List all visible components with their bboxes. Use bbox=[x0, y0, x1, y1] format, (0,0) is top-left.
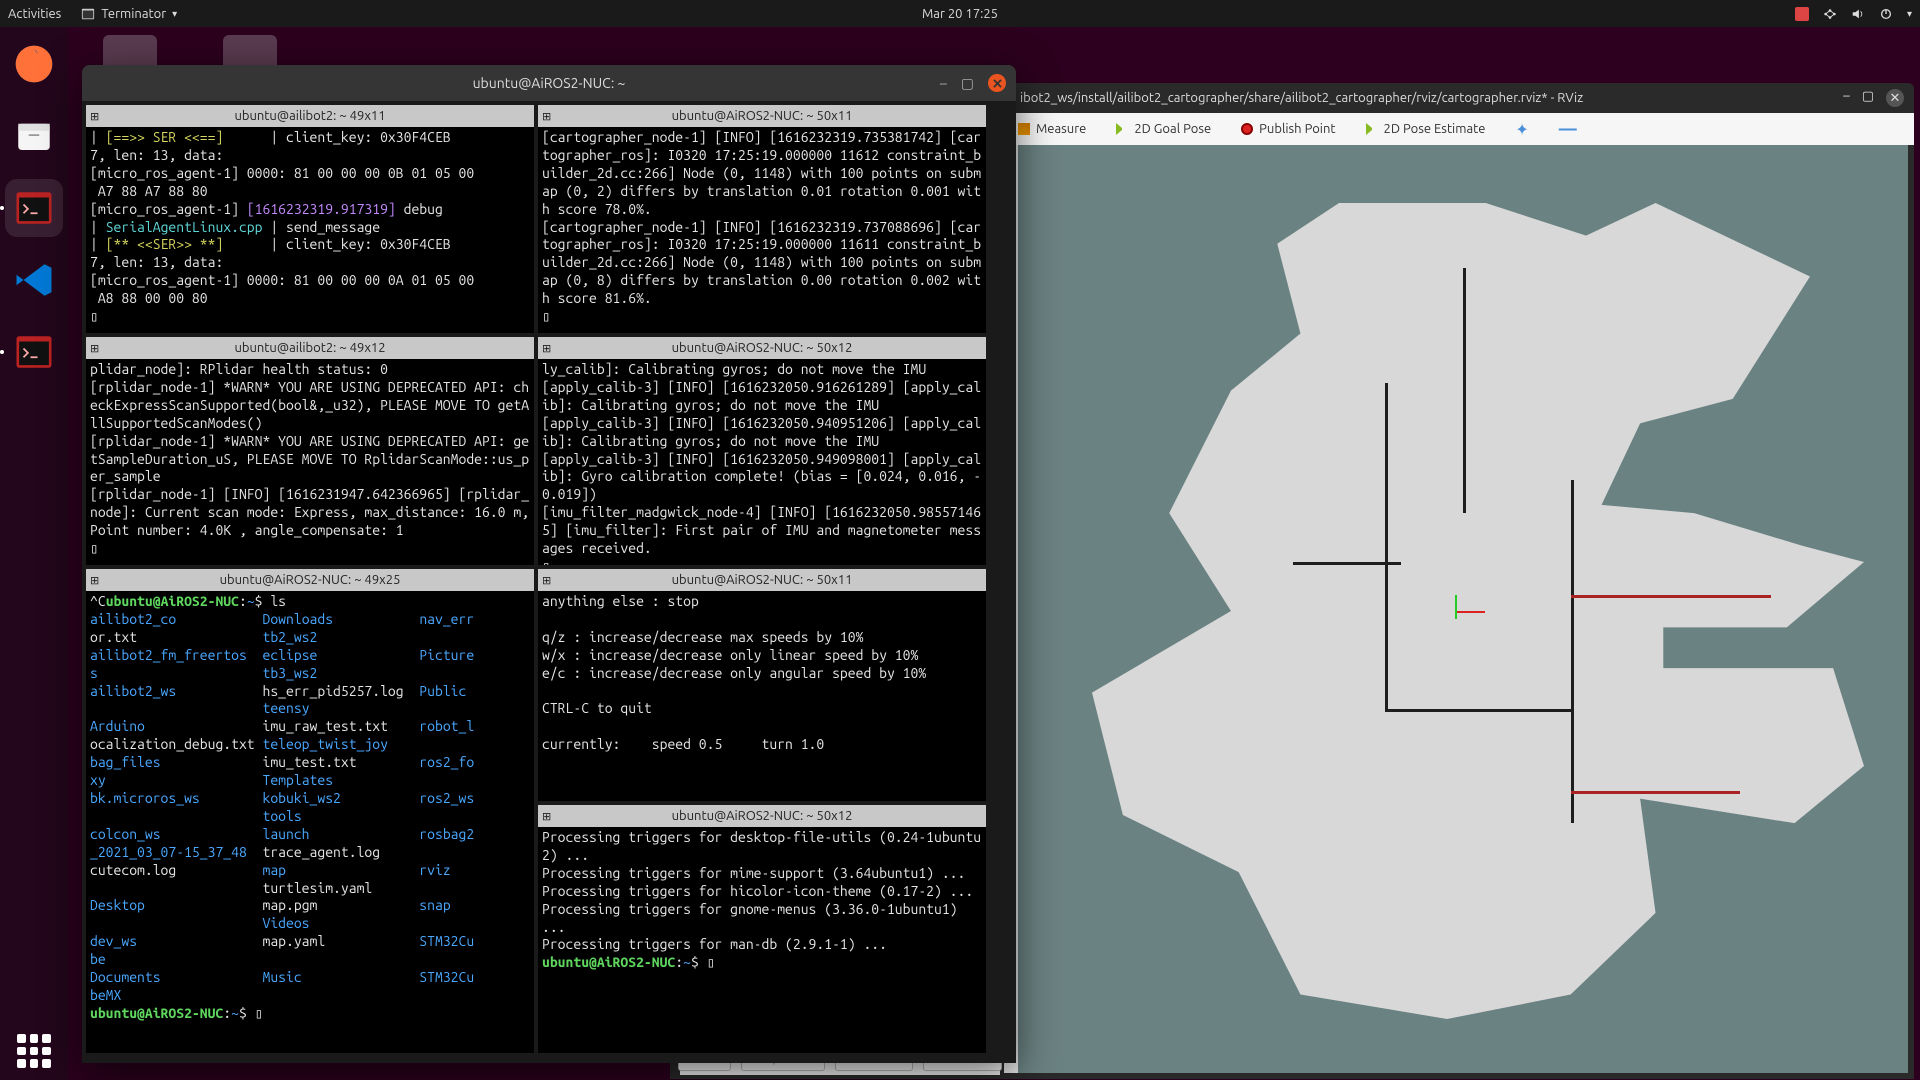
minimize-icon[interactable]: – bbox=[1843, 89, 1849, 107]
pane-apt[interactable]: ⊞ubuntu@AiROS2-NUC: ~ 50x12 Processing t… bbox=[538, 805, 986, 1053]
arrow-icon bbox=[1116, 123, 1128, 135]
volume-icon[interactable] bbox=[1851, 7, 1865, 21]
show-applications[interactable] bbox=[17, 1034, 51, 1068]
pane-micro-ros[interactable]: ⊞ubuntu@ailibot2: ~ 49x11 | [==>> SER <<… bbox=[86, 105, 534, 333]
ruler-icon bbox=[1018, 123, 1030, 135]
publish-point-tool[interactable]: Publish Point bbox=[1241, 122, 1335, 136]
pane-ls[interactable]: ⊞ubuntu@AiROS2-NUC: ~ 49x25 ^Cubuntu@AiR… bbox=[86, 569, 534, 1053]
rviz-3d-view[interactable] bbox=[1018, 145, 1908, 1073]
goal-pose-tool[interactable]: 2D Goal Pose bbox=[1116, 122, 1211, 136]
launcher-dock bbox=[0, 27, 68, 1080]
close-icon[interactable] bbox=[988, 74, 1006, 92]
pin-icon bbox=[1241, 123, 1253, 135]
terminator-titlebar[interactable]: ubuntu@AiROS2-NUC: ~ – ▢ bbox=[82, 65, 1016, 101]
vscode-launcher[interactable] bbox=[5, 251, 63, 309]
power-icon[interactable] bbox=[1879, 7, 1893, 21]
pane-title: ubuntu@ailibot2: ~ 49x11 bbox=[234, 109, 385, 123]
pane-title: ubuntu@ailibot2: ~ 49x12 bbox=[234, 341, 385, 355]
notification-icon[interactable] bbox=[1795, 7, 1809, 21]
pane-title: ubuntu@AiROS2-NUC: ~ 50x12 bbox=[672, 809, 853, 823]
rviz-title-text: ibot2_ws/install/ailibot2_cartographer/s… bbox=[1020, 91, 1583, 105]
remove-tool-icon[interactable]: — bbox=[1559, 119, 1577, 139]
clock[interactable]: Mar 20 17:25 bbox=[922, 7, 998, 21]
add-tool-icon[interactable]: ✦ bbox=[1515, 120, 1528, 139]
pane-imu-calib[interactable]: ⊞ubuntu@AiROS2-NUC: ~ 50x12 ly_calib]: C… bbox=[538, 337, 986, 565]
network-icon[interactable] bbox=[1823, 7, 1837, 21]
pane-title: ubuntu@AiROS2-NUC: ~ 49x25 bbox=[220, 573, 401, 587]
gnome-top-bar: Activities Terminator ▾ Mar 20 17:25 ▾ bbox=[0, 0, 1920, 27]
terminal-panes: ⊞ubuntu@ailibot2: ~ 49x11 | [==>> SER <<… bbox=[82, 101, 1016, 1063]
arrow-icon bbox=[1366, 123, 1378, 135]
pose-estimate-tool[interactable]: 2D Pose Estimate bbox=[1366, 122, 1486, 136]
maximize-icon[interactable]: ▢ bbox=[1862, 89, 1874, 107]
terminator-launcher[interactable] bbox=[5, 179, 63, 237]
measure-tool[interactable]: Measure bbox=[1018, 122, 1086, 136]
pane-title: ubuntu@AiROS2-NUC: ~ 50x12 bbox=[672, 341, 853, 355]
app-menu[interactable]: Terminator ▾ bbox=[81, 7, 177, 21]
terminal-icon bbox=[81, 7, 95, 21]
minimize-icon[interactable]: – bbox=[940, 75, 947, 91]
files-launcher[interactable] bbox=[5, 107, 63, 165]
activities-button[interactable]: Activities bbox=[8, 7, 61, 21]
window-title: ubuntu@AiROS2-NUC: ~ bbox=[473, 75, 626, 91]
pane-rplidar[interactable]: ⊞ubuntu@ailibot2: ~ 49x12 plidar_node]: … bbox=[86, 337, 534, 565]
maximize-icon[interactable]: ▢ bbox=[961, 75, 974, 92]
terminator-window: ubuntu@AiROS2-NUC: ~ – ▢ ⊞ubuntu@ailibot… bbox=[82, 65, 1016, 1063]
pane-title: ubuntu@AiROS2-NUC: ~ 50x11 bbox=[672, 573, 853, 587]
terminator-launcher-2[interactable] bbox=[5, 323, 63, 381]
pane-teleop[interactable]: ⊞ubuntu@AiROS2-NUC: ~ 50x11 anything els… bbox=[538, 569, 986, 801]
pane-title: ubuntu@AiROS2-NUC: ~ 50x11 bbox=[672, 109, 853, 123]
firefox-launcher[interactable] bbox=[5, 35, 63, 93]
occupancy-map bbox=[1092, 203, 1864, 1019]
close-icon[interactable]: ✕ bbox=[1886, 89, 1904, 107]
pane-cartographer[interactable]: ⊞ubuntu@AiROS2-NUC: ~ 50x11 [cartographe… bbox=[538, 105, 986, 333]
system-tray[interactable]: ▾ bbox=[1795, 7, 1912, 21]
